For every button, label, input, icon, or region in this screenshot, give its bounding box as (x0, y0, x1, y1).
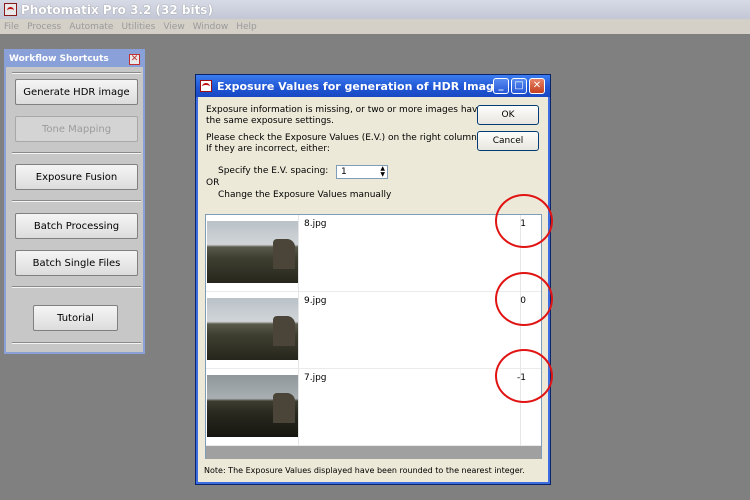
menu-utilities[interactable]: Utilities (121, 22, 155, 32)
file-name: 9.jpg (304, 296, 327, 306)
menu-view[interactable]: View (163, 22, 184, 32)
divider (12, 342, 141, 344)
photomatix-icon (200, 80, 212, 92)
close-icon[interactable]: ✕ (529, 78, 545, 94)
cancel-button[interactable]: Cancel (477, 131, 539, 151)
message-line: the same exposure settings. (206, 116, 334, 126)
file-name: 8.jpg (304, 219, 327, 229)
app-title: Photomatix Pro 3.2 (32 bits) (21, 2, 213, 17)
exposure-fusion-button[interactable]: Exposure Fusion (15, 164, 138, 190)
horizontal-scrollbar[interactable] (206, 446, 541, 459)
ok-button[interactable]: OK (477, 105, 539, 125)
column-divider (298, 292, 299, 369)
menu-help[interactable]: Help (236, 22, 257, 32)
list-item[interactable]: 7.jpg -1 (206, 369, 541, 446)
menu-process[interactable]: Process (27, 22, 61, 32)
tutorial-button[interactable]: Tutorial (33, 305, 118, 331)
minimize-icon[interactable]: _ (493, 78, 509, 94)
message-line: Exposure information is missing, or two … (206, 105, 483, 115)
spinner-arrows-icon[interactable]: ▲ ▼ (380, 166, 385, 178)
image-thumbnail (207, 221, 299, 283)
file-name: 7.jpg (304, 373, 327, 383)
menu-window[interactable]: Window (193, 22, 229, 32)
workflow-title: Workflow Shortcuts (9, 54, 109, 64)
list-item[interactable]: 8.jpg 1 (206, 215, 541, 292)
workflow-titlebar[interactable]: Workflow Shortcuts ✕ (6, 51, 143, 67)
ev-spacing-label: Specify the E.V. spacing: (218, 166, 329, 176)
menubar: File Process Automate Utilities View Win… (0, 19, 750, 34)
highlight-circle (495, 272, 553, 326)
close-icon[interactable]: ✕ (129, 53, 140, 65)
tone-mapping-button: Tone Mapping (15, 116, 138, 142)
highlight-circle (495, 194, 553, 248)
workflow-shortcuts-panel: Workflow Shortcuts ✕ Generate HDR image … (4, 49, 145, 354)
app-titlebar: Photomatix Pro 3.2 (32 bits) (0, 0, 750, 19)
or-label: OR (206, 178, 220, 188)
image-list: 8.jpg 1 9.jpg 0 7.jpg -1 (205, 214, 542, 459)
menu-automate[interactable]: Automate (69, 22, 113, 32)
dialog-title: Exposure Values for generation of HDR Im… (217, 79, 502, 93)
ev-spacing-value: 1 (341, 167, 347, 177)
list-item[interactable]: 9.jpg 0 (206, 292, 541, 369)
message-line: If they are incorrect, either: (206, 144, 330, 154)
exposure-values-dialog: Exposure Values for generation of HDR Im… (195, 74, 551, 485)
generate-hdr-button[interactable]: Generate HDR image (15, 79, 138, 105)
manual-label: Change the Exposure Values manually (218, 190, 392, 200)
message-line: Please check the Exposure Values (E.V.) … (206, 133, 480, 143)
photomatix-icon (4, 3, 17, 16)
footnote: Note: The Exposure Values displayed have… (204, 466, 525, 475)
divider (12, 152, 141, 154)
image-thumbnail (207, 298, 299, 360)
maximize-icon[interactable]: □ (511, 78, 527, 94)
image-thumbnail (207, 375, 299, 437)
column-divider (298, 369, 299, 446)
divider (12, 72, 141, 74)
highlight-circle (495, 349, 553, 403)
batch-single-files-button[interactable]: Batch Single Files (15, 250, 138, 276)
divider (12, 286, 141, 288)
menu-file[interactable]: File (4, 22, 19, 32)
column-divider (298, 215, 299, 292)
divider (12, 200, 141, 202)
ev-spacing-stepper[interactable]: 1 ▲ ▼ (336, 165, 388, 179)
batch-processing-button[interactable]: Batch Processing (15, 213, 138, 239)
